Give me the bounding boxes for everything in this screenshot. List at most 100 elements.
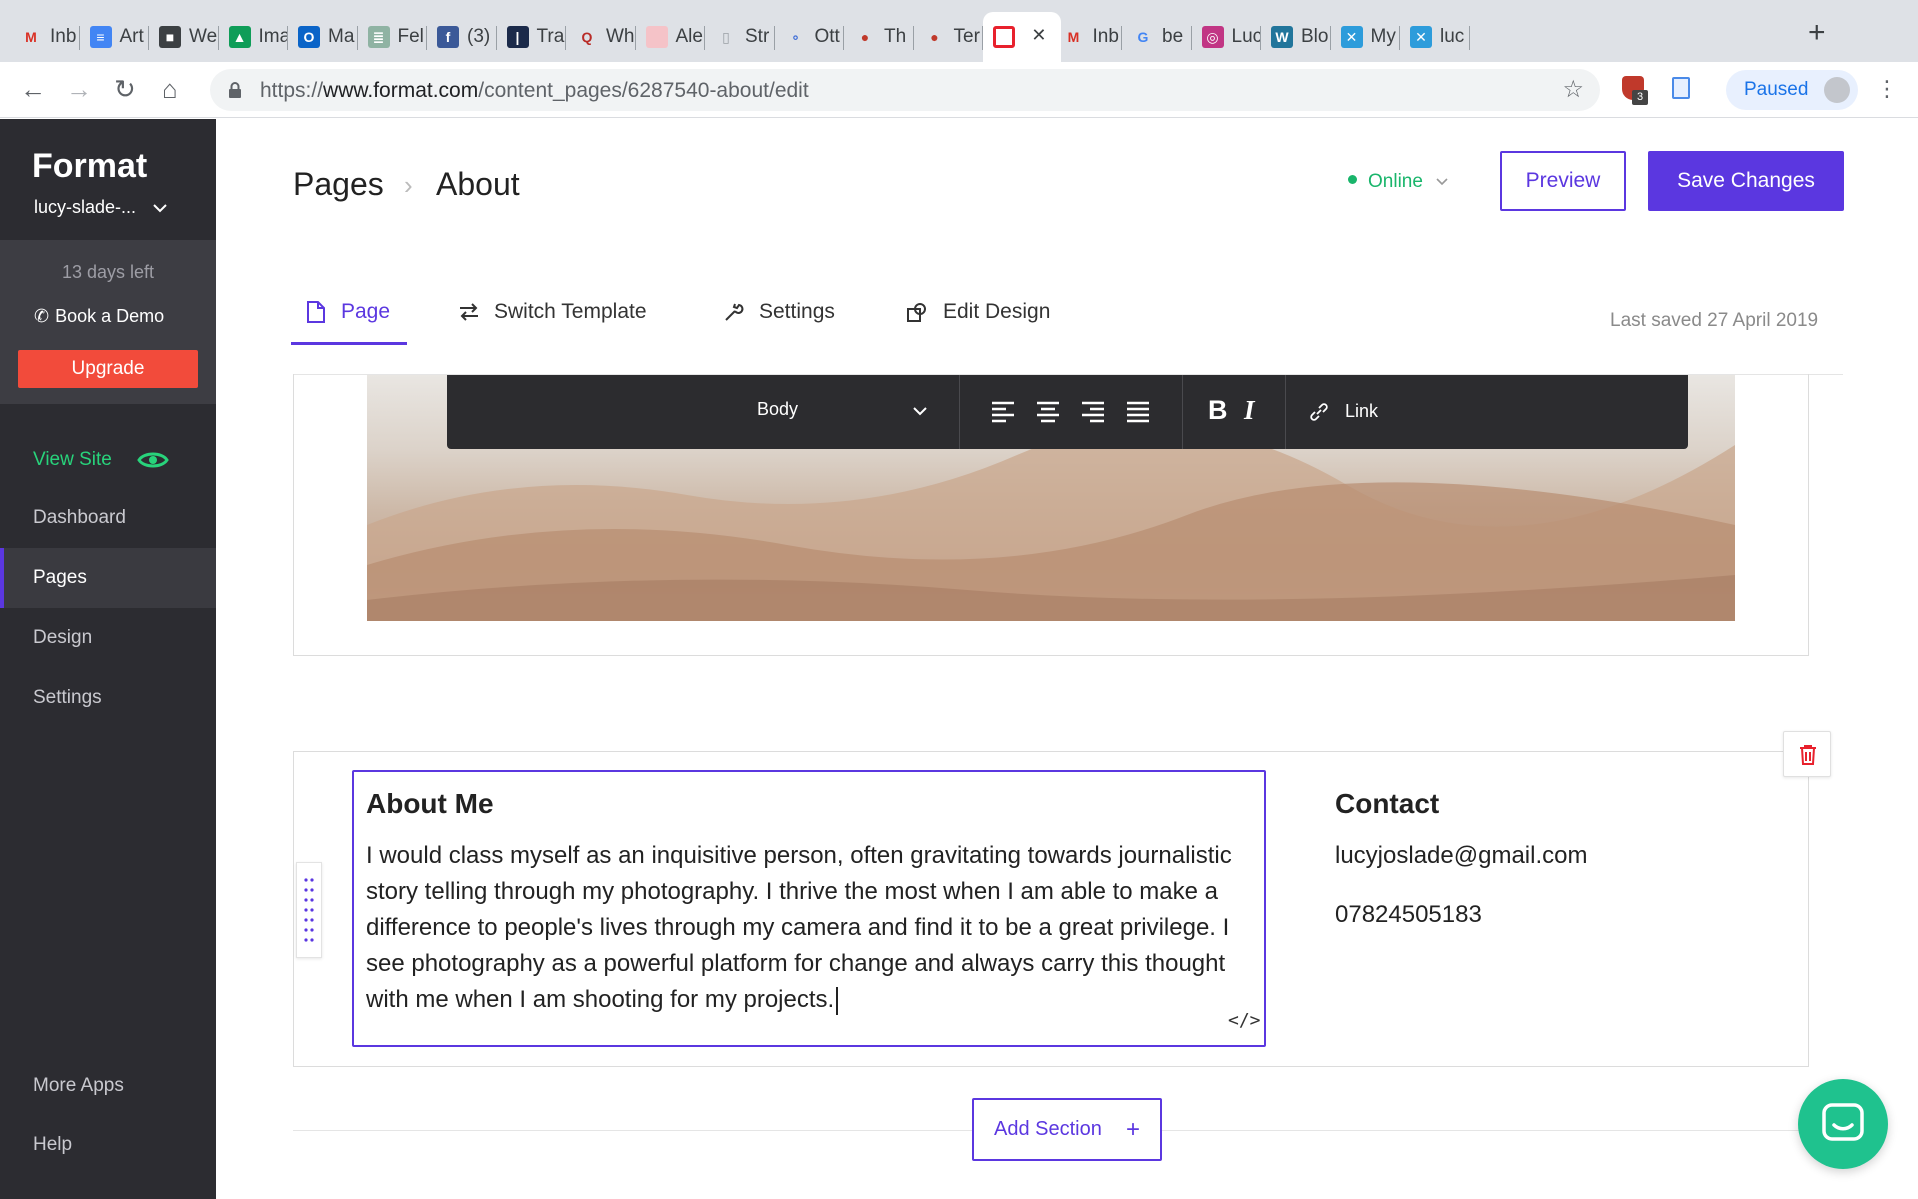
about-body-text[interactable]: I would class myself as an inquisitive p… [366, 838, 1256, 1018]
last-saved-text: Last saved 27 April 2019 [1610, 310, 1819, 331]
browser-tab-title: Inb [50, 26, 77, 47]
status-dropdown[interactable]: Online [1348, 171, 1448, 193]
browser-tab[interactable]: ≡ Art [80, 12, 150, 62]
lock-icon [229, 82, 241, 98]
site-selector[interactable]: lucy-slade-... [34, 197, 167, 218]
browser-tab[interactable]: □✕ [983, 12, 1061, 62]
sidebar-item-settings[interactable]: Settings [0, 668, 216, 728]
sidebar-item-pages[interactable]: Pages [0, 548, 216, 608]
browser-tab[interactable]: ✕ My [1331, 12, 1401, 62]
browser-tab[interactable]: ▲ Ima [219, 12, 288, 62]
chevron-down-icon [1436, 178, 1448, 186]
contact-heading[interactable]: Contact [1335, 788, 1439, 820]
trial-days-left: 13 days left [61, 262, 155, 282]
docs-icon: ≡ [89, 26, 112, 48]
view-site-label: View Site [33, 449, 112, 470]
browser-tab[interactable]: ■ We [149, 12, 219, 62]
forward-icon[interactable]: → [66, 74, 92, 104]
browser-tab[interactable]: Gbe [1122, 12, 1192, 62]
url-text[interactable]: https://www.format.com/content_pages/628… [260, 79, 809, 103]
shield-extension-icon[interactable]: 3 [1622, 76, 1648, 105]
tab-switch-template[interactable]: Switch Template [458, 300, 647, 324]
tab-settings[interactable]: Settings [723, 300, 835, 324]
align-center-icon[interactable] [1036, 401, 1060, 423]
delete-section-button[interactable] [1783, 731, 1831, 777]
chat-icon [1822, 1103, 1864, 1141]
view-site-link[interactable]: View Site [33, 449, 169, 471]
breadcrumb-pages[interactable]: Pages [293, 166, 384, 203]
close-tab-icon[interactable]: ✕ [1031, 25, 1046, 46]
browser-tab-title: Luc [1231, 26, 1262, 47]
home-icon[interactable]: ⌂ [162, 74, 178, 104]
sidebar-item-more-apps[interactable]: More Apps [0, 1056, 216, 1116]
sidebar-item-dashboard[interactable]: Dashboard [0, 488, 216, 548]
italic-button[interactable]: I [1244, 395, 1255, 426]
tab-page[interactable]: Page [305, 300, 390, 324]
browser-tab[interactable]: f (3) [427, 12, 497, 62]
browser-tab[interactable]: W Blo [1261, 12, 1331, 62]
browser-tab-title: Fel [397, 26, 424, 47]
drag-handle[interactable] [296, 862, 322, 958]
trial-panel: 13 days left ✆ Book a Demo Upgrade [0, 240, 216, 404]
chat-widget-button[interactable] [1798, 1079, 1888, 1169]
link-icon [1310, 402, 1328, 421]
browser-tab-title: Art [119, 26, 144, 47]
upgrade-button[interactable]: Upgrade [18, 350, 198, 388]
browser-tab[interactable]: Q Wh [566, 12, 636, 62]
wordpress-icon: W [1271, 26, 1293, 48]
tab-switch-template-label: Switch Template [494, 300, 647, 323]
browser-tab[interactable]: O Ma [288, 12, 358, 62]
browser-tab[interactable]: ▯ Str [705, 12, 775, 62]
avatar [1824, 77, 1850, 103]
url-host: www.format.com [323, 79, 479, 102]
sidebar-item-design[interactable]: Design [0, 608, 216, 668]
browser-tab-strip: M Inb ≡ Art ■ We ▲ Ima O Ma ≣ Fel f (3) | Tra Q Wh Ale ▯ Str… [0, 0, 1918, 62]
tab-edit-design-label: Edit Design [943, 300, 1051, 323]
browser-tab-title: Th [884, 26, 907, 47]
tab-settings-label: Settings [759, 300, 835, 323]
sidebar-item-help[interactable]: Help [0, 1115, 216, 1175]
browser-tab[interactable]: ● Th [844, 12, 914, 62]
add-section-button[interactable]: Add Section + [972, 1098, 1162, 1161]
browser-tab[interactable]: ✕ luc [1400, 12, 1470, 62]
new-tab-button[interactable]: + [1808, 18, 1826, 48]
brand-logo: Format [32, 147, 148, 185]
browser-tab-title: Wh [606, 26, 635, 47]
contact-phone[interactable]: 07824505183 [1335, 901, 1482, 929]
status-label: Online [1368, 171, 1423, 192]
address-bar[interactable]: https://www.format.com/content_pages/628… [210, 69, 1600, 111]
save-changes-button[interactable]: Save Changes [1648, 151, 1844, 211]
browser-tab[interactable]: | Tra [497, 12, 567, 62]
about-heading[interactable]: About Me [366, 788, 494, 820]
link-button[interactable]: Link [1309, 401, 1378, 422]
book-demo-link[interactable]: ✆ Book a Demo [34, 306, 164, 327]
reload-icon[interactable]: ↻ [114, 74, 136, 104]
status-dot [1348, 175, 1357, 185]
browser-tab[interactable]: ◎ Luc [1192, 12, 1262, 62]
html-code-icon[interactable]: </> [1228, 1010, 1261, 1031]
browser-tab[interactable]: ∘ Ott [775, 12, 845, 62]
contact-email[interactable]: lucyjoslade@gmail.com [1335, 842, 1587, 870]
browser-tab[interactable]: M Inb [1053, 12, 1123, 62]
tab-edit-design[interactable]: Edit Design [905, 300, 1050, 324]
preview-button[interactable]: Preview [1500, 151, 1626, 211]
x-icon: ✕ [1340, 26, 1363, 48]
text-style-select[interactable] [447, 375, 964, 449]
apple-icon: ● [930, 29, 939, 45]
browser-tab[interactable]: ● Ter [914, 12, 984, 62]
browser-tab[interactable]: M Inb [10, 12, 80, 62]
align-justify-icon[interactable] [1126, 401, 1150, 423]
menu-kebab-icon[interactable]: ⋮ [1876, 74, 1898, 104]
docs-extension-icon[interactable] [1672, 77, 1690, 99]
align-left-icon[interactable] [991, 401, 1015, 423]
align-right-icon[interactable] [1081, 401, 1105, 423]
browser-tab[interactable]: ≣ Fel [358, 12, 428, 62]
blank-pink-icon [645, 26, 668, 48]
bookmark-star-icon[interactable]: ☆ [1562, 75, 1584, 104]
back-icon[interactable]: ← [20, 74, 46, 104]
browser-tab[interactable]: Ale [636, 12, 706, 62]
browser-tab-title: Ma [328, 26, 355, 47]
quora-icon: Q [581, 29, 593, 45]
bold-button[interactable]: B [1208, 395, 1228, 426]
profile-button[interactable]: Paused [1726, 70, 1858, 110]
